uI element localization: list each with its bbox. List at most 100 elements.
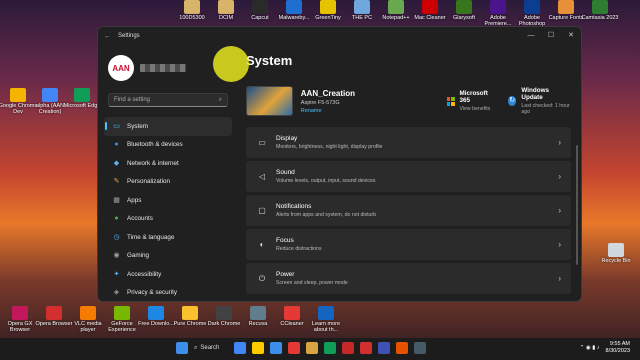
sidebar-item-label: Accessibility — [127, 270, 162, 278]
taskbar-app-icon[interactable] — [396, 342, 408, 354]
start-button[interactable] — [176, 342, 188, 354]
desktop-top-icon-icon — [524, 0, 540, 14]
desktop-top-icon-icon — [388, 0, 404, 14]
desktop-top-icon-label: Capcut — [251, 15, 269, 21]
sidebar: AAN Find a setting ⌕ ▭ System ● Bluetooth &… — [98, 45, 238, 301]
taskbar-app-icon[interactable] — [414, 342, 426, 354]
clock[interactable]: 9:55 AM 8/30/2023 — [606, 341, 630, 355]
chevron-right-icon: › — [558, 206, 561, 215]
windows-update-sub: Last checked: 1 hour ago — [521, 103, 570, 115]
desktop-left-icon-label: Microsoft Edge — [63, 103, 101, 109]
taskbar-app-icon[interactable] — [324, 342, 336, 354]
taskbar-app-icon[interactable] — [342, 342, 354, 354]
desktop-top-icon-icon — [456, 0, 472, 14]
sidebar-item-icon: ◷ — [113, 233, 120, 241]
chevron-right-icon: › — [558, 240, 561, 249]
card-subtitle: Volume levels, output, input, sound devi… — [276, 178, 376, 184]
device-summary: AAN_Creation Aspire F5-573G Rename Micro… — [246, 83, 571, 119]
desktop-bottom-icon-icon — [114, 306, 130, 320]
sidebar-item-accounts[interactable]: ● Accounts — [104, 210, 232, 229]
sidebar-item-privacy-security[interactable]: ◈ Privacy & security — [104, 284, 232, 302]
settings-window: ← Settings — ☐ ✕ AAN Find a setting ⌕ ▭ S… — [97, 26, 582, 302]
card-text: Notifications Alerts from apps and system… — [276, 203, 376, 218]
card-text: Display Monitors, brightness, night light… — [276, 135, 382, 150]
sidebar-item-label: Apps — [127, 196, 142, 204]
desktop-top-icon[interactable]: Camtasia 2023 — [580, 0, 620, 21]
desktop-top-icon-icon — [490, 0, 506, 14]
card-subtitle: Monitors, brightness, night light, displ… — [276, 144, 383, 150]
sidebar-item-icon: ▦ — [113, 196, 120, 204]
desktop-left-icon[interactable]: Microsoft Edge — [62, 88, 102, 109]
tray-icons[interactable]: ⌃ ◉ ▮ ♪ — [580, 345, 600, 351]
desktop-bottom-icon-icon — [182, 306, 198, 320]
settings-card-focus[interactable]: ◐ Focus Reduce distractions › — [246, 229, 571, 260]
scrollbar[interactable] — [576, 145, 578, 265]
settings-card-display[interactable]: ▭ Display Monitors, brightness, night ligh… — [246, 127, 571, 158]
desktop-left-icon-icon — [42, 88, 58, 102]
sidebar-item-bluetooth-devices[interactable]: ● Bluetooth & devices — [104, 136, 232, 155]
settings-card-sound[interactable]: ◁ Sound Volume levels, output, input, soun… — [246, 161, 571, 192]
window-title: Settings — [118, 33, 140, 39]
settings-card-power[interactable]: ⏻ Power Screen and sleep, power mode › — [246, 263, 571, 294]
taskbar-search-label: Search — [200, 345, 220, 351]
maximize-button[interactable]: ☐ — [541, 27, 561, 43]
settings-card-notifications[interactable]: ▢ Notifications Alerts from apps and syste… — [246, 195, 571, 226]
windows-update-link[interactable]: ↻ Windows Update Last checked: 1 hour ag… — [507, 87, 571, 115]
desktop-bottom-icon[interactable]: Learn more about th... — [306, 306, 346, 333]
search-placeholder: Find a setting — [114, 97, 151, 103]
taskbar-app-icon[interactable] — [306, 342, 318, 354]
desktop-top-icon-label: Camtasia 2023 — [581, 15, 619, 21]
device-info: AAN_Creation Aspire F5-573G Rename — [301, 89, 387, 114]
desktop-top-icon-icon — [184, 0, 200, 14]
taskbar-app-icon[interactable] — [270, 342, 282, 354]
recycle-bin[interactable]: Recycle Bin — [596, 243, 636, 264]
card-text: Power Screen and sleep, power mode — [276, 271, 348, 286]
find-setting-search[interactable]: Find a setting ⌕ — [108, 93, 228, 107]
desktop-top-icon-label: DCIM — [218, 15, 234, 21]
sidebar-item-accessibility[interactable]: ✦ Accessibility — [104, 265, 232, 284]
sidebar-item-icon: ● — [114, 215, 119, 223]
microsoft-logo-icon — [446, 96, 455, 106]
microsoft-365-link[interactable]: Microsoft 365 View benefits — [446, 90, 494, 112]
taskbar-app-icon[interactable] — [360, 342, 372, 354]
sidebar-item-label: Network & internet — [127, 159, 179, 167]
sidebar-item-gaming[interactable]: ◉ Gaming — [104, 247, 232, 266]
desktop-bottom-icon-icon — [284, 306, 300, 320]
sidebar-item-apps[interactable]: ▦ Apps — [104, 191, 232, 210]
card-text: Focus Reduce distractions — [276, 237, 322, 252]
card-title: Focus — [276, 237, 294, 244]
card-icon: ▢ — [258, 206, 266, 215]
desktop-bottom-icon-label: VLC media player — [74, 321, 102, 333]
page-title: System — [246, 53, 293, 68]
sidebar-item-network-internet[interactable]: ◆ Network & internet — [104, 154, 232, 173]
minimize-button[interactable]: — — [521, 27, 541, 43]
desktop-bottom-icon-label: Opera GX Browser — [7, 321, 33, 333]
taskbar-search-icon: ⌕ — [194, 344, 198, 351]
taskbar-app-icon[interactable] — [252, 342, 264, 354]
device-name: AAN_Creation — [300, 88, 356, 98]
rename-link[interactable]: Rename — [301, 108, 387, 114]
card-title: Notifications — [276, 203, 312, 210]
close-button[interactable]: ✕ — [561, 27, 581, 43]
desktop-bottom-icon-label: Free Downlo... — [138, 321, 174, 327]
desktop-bottom-icon-label: Pure Chrome — [173, 321, 207, 327]
taskbar-app-icon[interactable] — [378, 342, 390, 354]
sidebar-item-icon: ▭ — [113, 122, 120, 130]
back-arrow-icon[interactable]: ← — [104, 33, 118, 40]
search-icon: ⌕ — [218, 96, 222, 103]
taskbar-app-icon[interactable] — [288, 342, 300, 354]
sidebar-item-system[interactable]: ▭ System — [104, 117, 232, 136]
taskbar-app-icon[interactable] — [234, 342, 246, 354]
windows-update-title: Windows Update — [521, 87, 549, 101]
taskbar: ⌕ Search ⌃ ◉ ▮ ♪ 9:55 AM 8/30/2023 — [0, 338, 640, 360]
microsoft-365-title: Microsoft 365 — [459, 90, 488, 104]
recycle-bin-icon — [608, 243, 624, 257]
device-wallpaper-thumbnail — [246, 86, 293, 116]
desktop-top-icon-label: Notepad++ — [382, 15, 410, 21]
sidebar-item-personalization[interactable]: ✎ Personalization — [104, 173, 232, 192]
card-subtitle: Alerts from apps and system, do not dist… — [276, 212, 377, 218]
sidebar-item-time-language[interactable]: ◷ Time & language — [104, 228, 232, 247]
desktop-top-icon-label: Mac Cleaner — [414, 15, 446, 21]
taskbar-search[interactable]: ⌕ Search — [194, 345, 228, 352]
desktop-top-icon-label: 100D5300 — [179, 15, 205, 21]
